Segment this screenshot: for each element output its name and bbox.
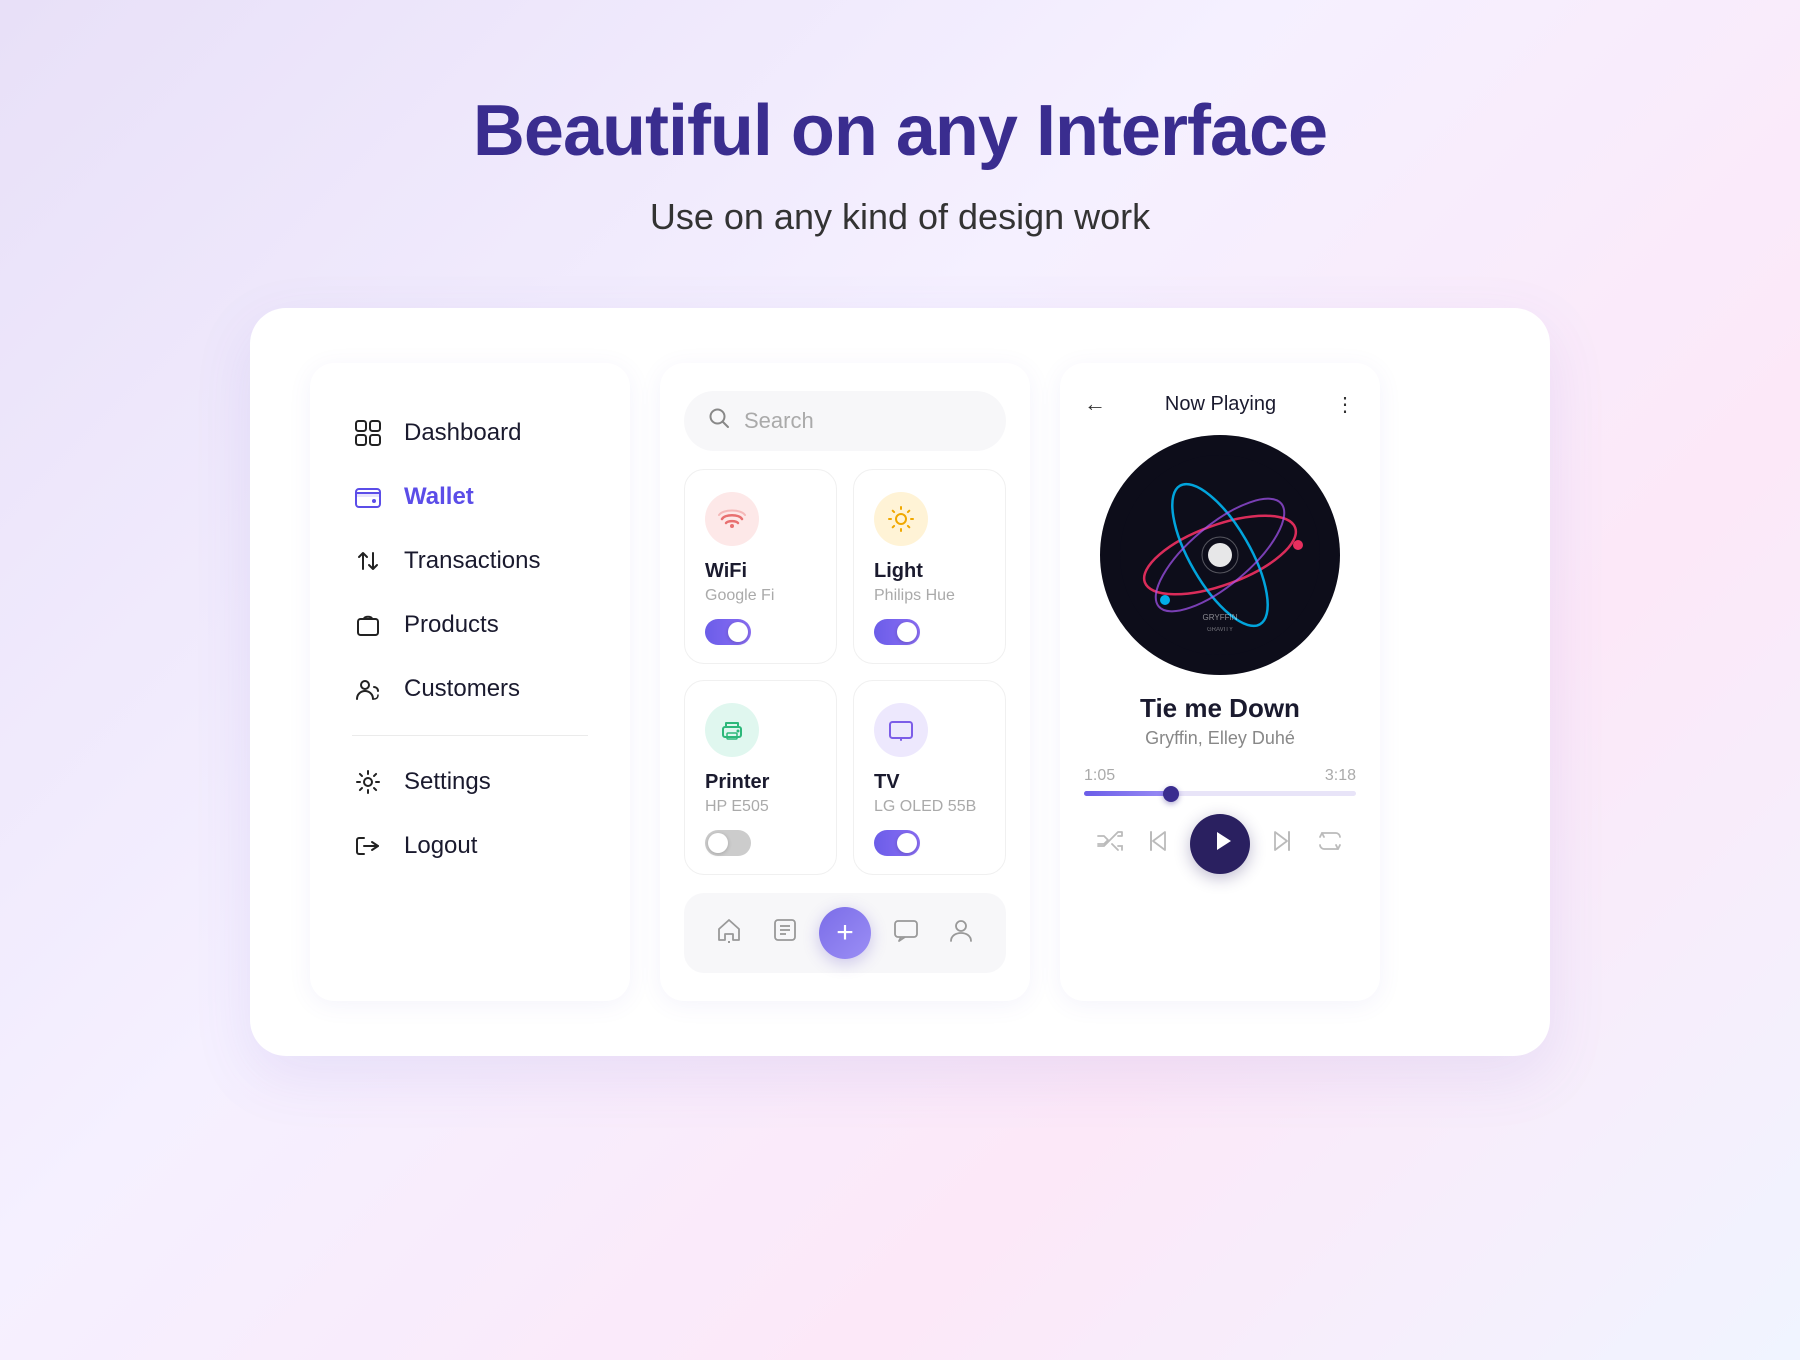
player-controls [1084, 814, 1356, 874]
progress-area: 1:05 3:18 [1084, 767, 1356, 796]
music-header: ← Now Playing ⋮ [1084, 391, 1356, 417]
wifi-toggle[interactable] [705, 619, 751, 645]
device-card-tv: TV LG OLED 55B [853, 680, 1006, 875]
wifi-toggle-knob [728, 622, 748, 642]
bottom-nav: + [684, 893, 1006, 973]
profile-nav-icon[interactable] [940, 913, 982, 954]
chat-nav-icon[interactable] [885, 913, 927, 954]
device-grid: WiFi Google Fi Light Philips Hue [684, 469, 1006, 875]
track-name: Tie me Down [1084, 693, 1356, 724]
light-toggle[interactable] [874, 619, 920, 645]
prev-button[interactable] [1141, 823, 1177, 866]
sidebar-item-settings[interactable]: Settings [340, 752, 600, 812]
sidebar-label-transactions: Transactions [404, 547, 541, 575]
sidebar-label-settings: Settings [404, 768, 491, 796]
list-nav-icon[interactable] [764, 913, 806, 954]
search-icon [708, 407, 730, 435]
wifi-icon [705, 492, 759, 546]
home-nav-icon[interactable] [708, 913, 750, 954]
wifi-sub: Google Fi [705, 587, 816, 605]
hero-subtitle: Use on any kind of design work [650, 196, 1150, 238]
sidebar-label-dashboard: Dashboard [404, 419, 521, 447]
svg-text:GRAVITY: GRAVITY [1207, 627, 1233, 633]
settings-icon [352, 768, 384, 796]
shuffle-button[interactable] [1092, 823, 1128, 866]
play-button[interactable] [1190, 814, 1250, 874]
music-player-panel: ← Now Playing ⋮ [1060, 363, 1380, 1001]
album-art: GRYFFIN GRAVITY [1100, 435, 1340, 675]
device-card-light: Light Philips Hue [853, 469, 1006, 664]
dashboard-icon [352, 419, 384, 447]
device-card-printer: Printer HP E505 [684, 680, 837, 875]
light-toggle-knob [897, 622, 917, 642]
device-card-wifi: WiFi Google Fi [684, 469, 837, 664]
light-icon [874, 492, 928, 546]
play-icon [1209, 828, 1235, 861]
more-options-button[interactable]: ⋮ [1335, 392, 1356, 417]
track-artist: Gryffin, Elley Duhé [1084, 728, 1356, 749]
track-info: Tie me Down Gryffin, Elley Duhé [1084, 693, 1356, 749]
sidebar-item-dashboard[interactable]: Dashboard [340, 403, 600, 463]
tv-sub: LG OLED 55B [874, 798, 985, 816]
sidebar-item-logout[interactable]: Logout [340, 816, 600, 876]
sidebar-label-wallet: Wallet [404, 483, 474, 511]
hero-title: Beautiful on any Interface [473, 90, 1327, 172]
progress-times: 1:05 3:18 [1084, 767, 1356, 785]
svg-text:GRYFFIN: GRYFFIN [1203, 613, 1238, 622]
time-total: 3:18 [1325, 767, 1356, 785]
printer-sub: HP E505 [705, 798, 816, 816]
nav-panel: Dashboard Wallet Transacti [310, 363, 630, 1001]
sidebar-label-logout: Logout [404, 832, 477, 860]
tv-name: TV [874, 771, 985, 794]
wifi-name: WiFi [705, 560, 816, 583]
next-button[interactable] [1263, 823, 1299, 866]
sidebar-label-customers: Customers [404, 675, 520, 703]
add-button[interactable]: + [819, 907, 871, 959]
products-icon [352, 611, 384, 639]
search-bar[interactable]: Search [684, 391, 1006, 451]
wallet-icon [352, 483, 384, 511]
tv-toggle-knob [897, 833, 917, 853]
printer-name: Printer [705, 771, 816, 794]
transactions-icon [352, 547, 384, 575]
customers-icon [352, 675, 384, 703]
tv-toggle[interactable] [874, 830, 920, 856]
printer-toggle[interactable] [705, 830, 751, 856]
tv-icon [874, 703, 928, 757]
nav-divider [352, 735, 588, 736]
back-button[interactable]: ← [1084, 391, 1106, 417]
light-name: Light [874, 560, 985, 583]
progress-dot [1163, 786, 1179, 802]
time-current: 1:05 [1084, 767, 1115, 785]
smart-home-panel: Search WiFi Google Fi [660, 363, 1030, 1001]
now-playing-label: Now Playing [1165, 393, 1276, 416]
search-placeholder: Search [744, 408, 814, 434]
sidebar-label-products: Products [404, 611, 499, 639]
sidebar-item-products[interactable]: Products [340, 595, 600, 655]
sidebar-item-transactions[interactable]: Transactions [340, 531, 600, 591]
printer-icon [705, 703, 759, 757]
sidebar-item-customers[interactable]: Customers [340, 659, 600, 719]
light-sub: Philips Hue [874, 587, 985, 605]
sidebar-item-wallet[interactable]: Wallet [340, 467, 600, 527]
printer-toggle-knob [708, 833, 728, 853]
progress-fill [1084, 791, 1171, 796]
logout-icon [352, 832, 384, 860]
showcase-container: Dashboard Wallet Transacti [250, 308, 1550, 1056]
progress-bar[interactable] [1084, 791, 1356, 796]
repeat-button[interactable] [1312, 823, 1348, 866]
